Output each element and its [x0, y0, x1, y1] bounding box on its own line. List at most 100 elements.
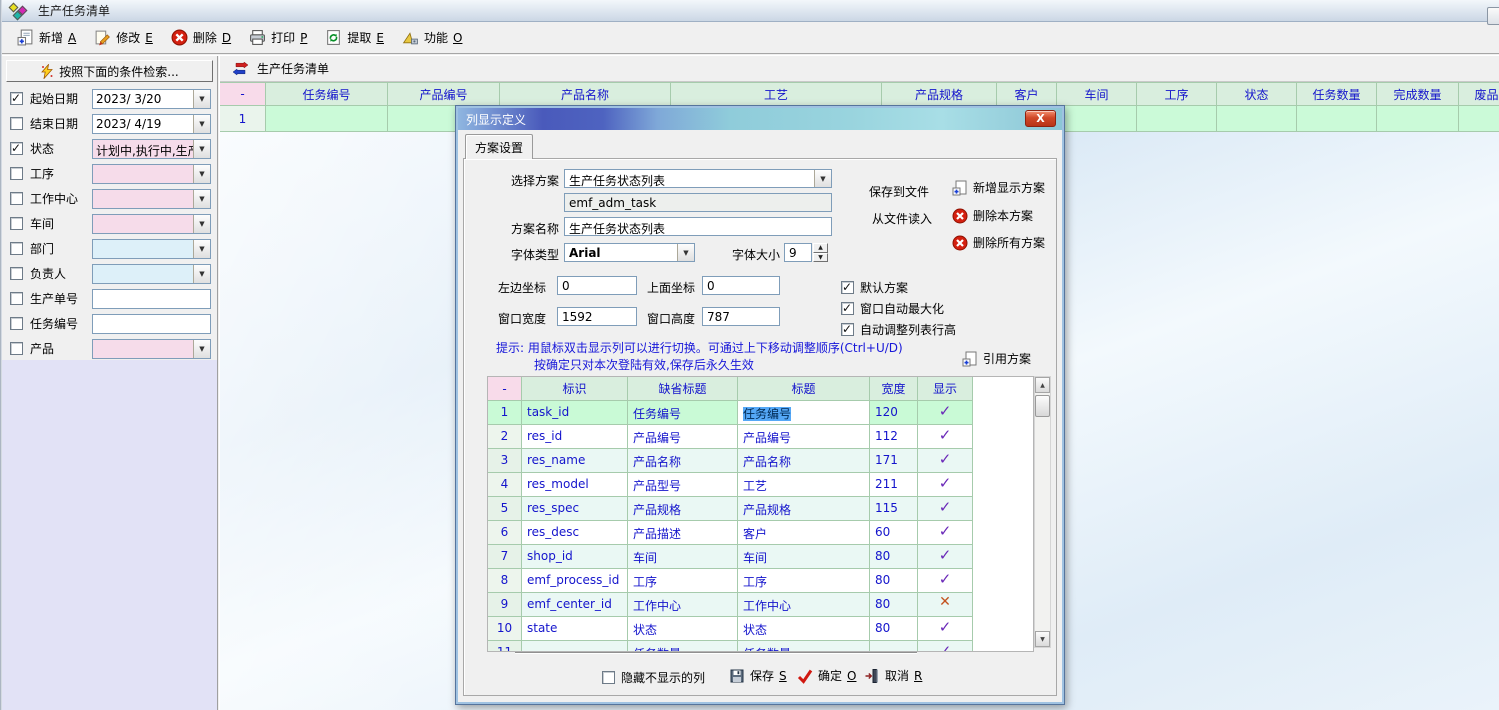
show-cell[interactable]: ✓: [918, 641, 973, 652]
grid-row[interactable]: 3 res_name 产品名称 产品名称 171 ✓: [488, 449, 974, 473]
grid-row[interactable]: 5 res_spec 产品规格 产品规格 115 ✓: [488, 497, 974, 521]
show-cell[interactable]: ✓: [918, 545, 973, 569]
field-id-cell[interactable]: emf_process_id: [522, 569, 628, 593]
window-height-input[interactable]: 787: [702, 307, 780, 326]
condition-control[interactable]: 2023/ 3/20 ▼: [92, 89, 211, 109]
column-header[interactable]: 产品名称: [500, 83, 671, 106]
default-scheme-checkbox[interactable]: [841, 281, 854, 294]
title-cell[interactable]: 任务数量: [738, 641, 870, 652]
scheme-select-combo[interactable]: 生产任务状态列表 ▼: [564, 169, 832, 188]
cancel-button[interactable]: 取消R: [864, 667, 922, 684]
condition-control[interactable]: ▼: [92, 314, 211, 334]
function-button[interactable]: 功能O: [395, 26, 469, 49]
grid-row[interactable]: 11 任务数量 任务数量 ✓: [488, 641, 974, 652]
dialog-titlebar[interactable]: 列显示定义: [458, 108, 1062, 130]
auto-row-height-checkbox[interactable]: [841, 323, 854, 336]
table-cell[interactable]: [1137, 106, 1217, 132]
grid-column-header[interactable]: 标题: [738, 377, 870, 401]
font-size-spinner[interactable]: ▲▼: [813, 243, 828, 262]
show-cell[interactable]: ✕: [918, 593, 973, 617]
grid-row[interactable]: 4 res_model 产品型号 工艺 211 ✓: [488, 473, 974, 497]
condition-checkbox[interactable]: [10, 167, 23, 180]
dropdown-arrow-icon[interactable]: ▼: [193, 265, 210, 283]
field-id-cell[interactable]: emf_center_id: [522, 593, 628, 617]
default-title-cell[interactable]: 工序: [628, 569, 738, 593]
grid-row[interactable]: 9 emf_center_id 工作中心 工作中心 80 ✕: [488, 593, 974, 617]
table-cell[interactable]: [1297, 106, 1377, 132]
dropdown-arrow-icon[interactable]: ▼: [193, 165, 210, 183]
auto-maximize-checkbox[interactable]: [841, 302, 854, 315]
condition-checkbox[interactable]: [10, 142, 23, 155]
column-header[interactable]: 产品规格: [882, 83, 997, 106]
window-width-input[interactable]: 1592: [557, 307, 637, 326]
column-header[interactable]: 工艺: [671, 83, 882, 106]
show-cell[interactable]: ✓: [918, 569, 973, 593]
grid-horizontal-scrollbar[interactable]: [515, 652, 917, 654]
width-cell[interactable]: 112: [870, 425, 918, 449]
condition-checkbox[interactable]: [10, 292, 23, 305]
show-cell[interactable]: ✓: [918, 521, 973, 545]
scheme-name-input[interactable]: 生产任务状态列表: [564, 217, 832, 236]
field-id-cell[interactable]: res_id: [522, 425, 628, 449]
table-cell[interactable]: [1057, 106, 1137, 132]
font-type-combo[interactable]: Arial ▼: [564, 243, 695, 262]
field-id-cell[interactable]: res_model: [522, 473, 628, 497]
column-header[interactable]: 工序: [1137, 83, 1217, 106]
delete-all-schemes-button[interactable]: 删除所有方案: [952, 234, 1045, 251]
dropdown-arrow-icon[interactable]: ▼: [193, 215, 210, 233]
column-header[interactable]: 完成数量: [1377, 83, 1459, 106]
column-header[interactable]: 废品数量: [1459, 83, 1499, 106]
condition-checkbox[interactable]: [10, 317, 23, 330]
field-id-cell[interactable]: res_desc: [522, 521, 628, 545]
field-id-cell[interactable]: res_name: [522, 449, 628, 473]
condition-control[interactable]: 2023/ 4/19 ▼: [92, 114, 211, 134]
column-header[interactable]: 任务编号: [266, 83, 388, 106]
condition-checkbox[interactable]: [10, 267, 23, 280]
column-header[interactable]: 产品编号: [388, 83, 500, 106]
table-cell[interactable]: [1217, 106, 1297, 132]
condition-control[interactable]: ▼: [92, 189, 211, 209]
row-number-cell[interactable]: 1: [488, 401, 522, 425]
corner-partial-button[interactable]: [1487, 7, 1499, 25]
title-cell[interactable]: 产品规格: [738, 497, 870, 521]
row-number-cell[interactable]: 3: [488, 449, 522, 473]
column-header[interactable]: 状态: [1217, 83, 1297, 106]
spin-up-icon[interactable]: ▲: [813, 243, 828, 253]
show-cell[interactable]: ✓: [918, 473, 973, 497]
condition-checkbox[interactable]: [10, 342, 23, 355]
condition-checkbox[interactable]: [10, 117, 23, 130]
grid-row[interactable]: 1 task_id 任务编号 任务编号 120 ✓: [488, 401, 974, 425]
row-number-cell[interactable]: 6: [488, 521, 522, 545]
dropdown-arrow-icon[interactable]: ▼: [193, 140, 210, 158]
column-header[interactable]: -: [220, 83, 266, 106]
table-cell[interactable]: [1459, 106, 1499, 132]
table-cell[interactable]: 1: [220, 106, 266, 132]
grid-column-header[interactable]: 宽度: [870, 377, 918, 401]
title-cell[interactable]: 产品编号: [738, 425, 870, 449]
title-cell[interactable]: 任务编号: [738, 401, 870, 425]
top-coord-input[interactable]: 0: [702, 276, 780, 295]
show-cell[interactable]: ✓: [918, 425, 973, 449]
grid-column-header[interactable]: 标识: [522, 377, 628, 401]
title-cell[interactable]: 状态: [738, 617, 870, 641]
grid-vertical-scrollbar[interactable]: ▲ ▼: [1034, 376, 1051, 648]
add-scheme-button[interactable]: 新增显示方案: [952, 179, 1045, 196]
default-title-cell[interactable]: 产品规格: [628, 497, 738, 521]
title-cell[interactable]: 客户: [738, 521, 870, 545]
default-title-cell[interactable]: 产品描述: [628, 521, 738, 545]
width-cell[interactable]: 120: [870, 401, 918, 425]
width-cell[interactable]: 80: [870, 569, 918, 593]
ok-button[interactable]: 确定O: [797, 667, 856, 684]
save-button[interactable]: 保存S: [729, 667, 787, 684]
title-cell[interactable]: 产品名称: [738, 449, 870, 473]
grid-row[interactable]: 6 res_desc 产品描述 客户 60 ✓: [488, 521, 974, 545]
title-cell[interactable]: 车间: [738, 545, 870, 569]
row-number-cell[interactable]: 8: [488, 569, 522, 593]
new-button[interactable]: 新增A: [10, 26, 83, 49]
show-cell[interactable]: ✓: [918, 449, 973, 473]
dropdown-arrow-icon[interactable]: ▼: [677, 244, 694, 261]
width-cell[interactable]: 115: [870, 497, 918, 521]
width-cell[interactable]: 60: [870, 521, 918, 545]
default-title-cell[interactable]: 任务数量: [628, 641, 738, 652]
width-cell[interactable]: 80: [870, 617, 918, 641]
